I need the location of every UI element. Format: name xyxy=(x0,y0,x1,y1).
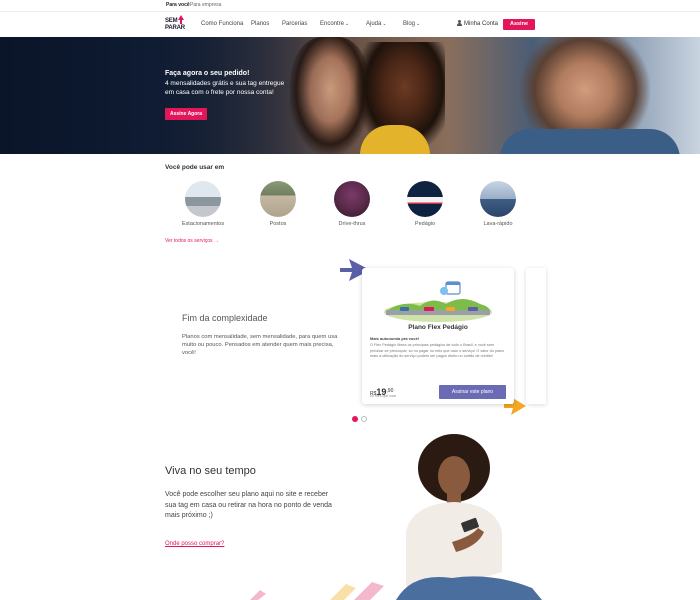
hero-photo-jacket xyxy=(500,129,680,154)
service-label: Lava-rápido xyxy=(483,221,513,227)
viva-body: Você pode escolher seu plano aqui no sit… xyxy=(165,491,332,519)
parking-photo xyxy=(185,181,221,217)
logo-text-bottom: PARAR xyxy=(165,25,185,31)
nav-encontre[interactable]: Encontre⌄ xyxy=(320,21,349,27)
main-nav: SEM PARAR Como Funciona Planos Parcerias… xyxy=(0,12,700,37)
next-plan-card[interactable] xyxy=(526,268,546,404)
chevron-down-icon: ⌄ xyxy=(382,21,387,27)
nav-label: Encontre xyxy=(320,21,345,27)
account-label: Minha Conta xyxy=(464,21,499,27)
plan-card: Plano Flex Pedágio Mais autonomia pra vo… xyxy=(362,268,514,404)
hero-title: Faça agora o seu pedido! xyxy=(165,70,250,77)
service-label: Drive-thrus xyxy=(338,221,366,227)
nav-como-funciona[interactable]: Como Funciona xyxy=(201,21,243,27)
service-drive-thrus[interactable]: Drive-thrus xyxy=(322,181,382,227)
hero-text-line-1: 4 mensalidades grátis e sua tag entregue xyxy=(165,80,285,87)
onde-comprar-link[interactable]: Onde posso comprar? xyxy=(165,541,224,547)
drive-thru-photo xyxy=(334,181,370,217)
chevron-down-icon: ⌄ xyxy=(416,21,421,27)
ver-todos-servicos-link[interactable]: Ver todos os serviços → xyxy=(165,238,219,244)
assinar-plano-button[interactable]: Assinar este plano xyxy=(439,385,506,399)
decorative-chevrons xyxy=(250,582,384,600)
sem-parar-logo[interactable]: SEM PARAR xyxy=(165,15,187,34)
nav-label: Parcerias xyxy=(282,21,308,27)
gas-station-photo xyxy=(260,181,296,217)
assine-button[interactable]: Assine xyxy=(503,19,535,30)
plan-description: O Flex Pedágio libera os principais pedá… xyxy=(370,343,505,358)
service-label: Pedágio xyxy=(414,221,436,227)
highway-illustration xyxy=(384,281,492,322)
carousel-dot-active[interactable] xyxy=(352,416,358,422)
logo-text-top: SEM xyxy=(165,18,178,24)
nav-blog[interactable]: Blog⌄ xyxy=(403,21,420,27)
nav-label: Como Funciona xyxy=(201,21,244,27)
chevron-down-icon: ⌄ xyxy=(345,21,350,27)
assine-agora-button[interactable]: Assine Agora xyxy=(165,108,207,120)
hero-banner: Faça agora o seu pedido! 4 mensalidades … xyxy=(0,37,700,154)
plan-subtitle: Mais autonomia pra você! xyxy=(370,336,420,341)
service-pedagio[interactable]: Pedágio xyxy=(395,181,455,227)
logo-arrow-stem xyxy=(180,19,182,24)
nav-label: Ajuda xyxy=(366,21,382,27)
utility-bar: Para você Para empresa xyxy=(0,0,700,12)
account-link[interactable]: Minha Conta xyxy=(457,20,498,27)
service-lava-rapido[interactable]: Lava-rápido xyxy=(468,181,528,227)
toll-photo xyxy=(407,181,443,217)
service-estacionamentos[interactable]: Estacionamentos xyxy=(173,181,233,227)
car-wash-photo xyxy=(480,181,516,217)
service-label: Postos xyxy=(269,221,287,227)
nav-planos[interactable]: Planos xyxy=(251,21,269,27)
carousel-dot[interactable] xyxy=(361,416,367,422)
nav-label: Planos xyxy=(251,21,270,27)
nav-ajuda[interactable]: Ajuda⌄ xyxy=(366,21,387,27)
woman-with-phone-photo xyxy=(396,434,542,600)
hero-text-line-2: em casa com o frete por nossa conta! xyxy=(165,89,274,96)
viva-title: Viva no seu tempo xyxy=(165,465,256,477)
service-postos[interactable]: Postos xyxy=(248,181,308,227)
nav-label: Blog xyxy=(403,21,416,27)
services-title: Você pode usar em xyxy=(165,164,225,171)
plan-title: Plano Flex Pedágio xyxy=(408,324,468,331)
user-icon xyxy=(457,20,462,26)
nav-parcerias[interactable]: Parcerias xyxy=(282,21,307,27)
service-label: Estacionamentos xyxy=(181,221,225,227)
complexity-title: Fim da complexidade xyxy=(182,313,268,323)
price-note: no mês que usar xyxy=(370,394,397,398)
complexity-body: Planos com mensalidade, sem mensalidade,… xyxy=(182,334,338,356)
tab-para-voce[interactable]: Para você xyxy=(166,2,190,8)
tab-para-empresa[interactable]: Para empresa xyxy=(190,2,221,8)
